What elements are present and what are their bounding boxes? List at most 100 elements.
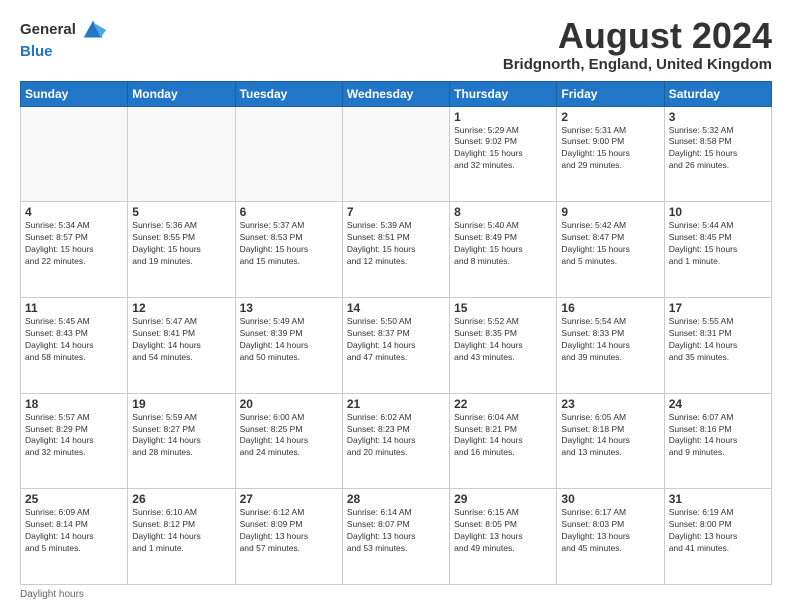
day-info: Sunrise: 6:05 AM Sunset: 8:18 PM Dayligh… <box>561 412 659 460</box>
calendar-day-cell: 30Sunrise: 6:17 AM Sunset: 8:03 PM Dayli… <box>557 489 664 585</box>
logo-text: General <box>20 22 76 39</box>
day-number: 2 <box>561 110 659 124</box>
day-info: Sunrise: 5:55 AM Sunset: 8:31 PM Dayligh… <box>669 316 767 364</box>
calendar-day-cell: 3Sunrise: 5:32 AM Sunset: 8:58 PM Daylig… <box>664 106 771 202</box>
calendar-day-cell: 29Sunrise: 6:15 AM Sunset: 8:05 PM Dayli… <box>450 489 557 585</box>
location-title: Bridgnorth, England, United Kingdom <box>503 56 772 73</box>
month-title: August 2024 <box>503 16 772 56</box>
day-info: Sunrise: 5:37 AM Sunset: 8:53 PM Dayligh… <box>240 220 338 268</box>
day-number: 31 <box>669 492 767 506</box>
day-number: 25 <box>25 492 123 506</box>
calendar-day-cell: 8Sunrise: 5:40 AM Sunset: 8:49 PM Daylig… <box>450 202 557 298</box>
calendar-day-cell: 22Sunrise: 6:04 AM Sunset: 8:21 PM Dayli… <box>450 393 557 489</box>
day-info: Sunrise: 5:52 AM Sunset: 8:35 PM Dayligh… <box>454 316 552 364</box>
day-number: 26 <box>132 492 230 506</box>
day-info: Sunrise: 5:54 AM Sunset: 8:33 PM Dayligh… <box>561 316 659 364</box>
day-info: Sunrise: 6:09 AM Sunset: 8:14 PM Dayligh… <box>25 507 123 555</box>
calendar-week-row: 1Sunrise: 5:29 AM Sunset: 9:02 PM Daylig… <box>21 106 772 202</box>
day-number: 17 <box>669 301 767 315</box>
calendar-week-row: 25Sunrise: 6:09 AM Sunset: 8:14 PM Dayli… <box>21 489 772 585</box>
calendar-day-cell: 20Sunrise: 6:00 AM Sunset: 8:25 PM Dayli… <box>235 393 342 489</box>
day-number: 3 <box>669 110 767 124</box>
day-info: Sunrise: 5:50 AM Sunset: 8:37 PM Dayligh… <box>347 316 445 364</box>
day-info: Sunrise: 5:29 AM Sunset: 9:02 PM Dayligh… <box>454 125 552 173</box>
day-info: Sunrise: 5:36 AM Sunset: 8:55 PM Dayligh… <box>132 220 230 268</box>
calendar-day-cell: 19Sunrise: 5:59 AM Sunset: 8:27 PM Dayli… <box>128 393 235 489</box>
calendar-day-cell: 9Sunrise: 5:42 AM Sunset: 8:47 PM Daylig… <box>557 202 664 298</box>
day-info: Sunrise: 6:12 AM Sunset: 8:09 PM Dayligh… <box>240 507 338 555</box>
calendar-day-header: Wednesday <box>342 81 449 106</box>
day-info: Sunrise: 6:04 AM Sunset: 8:21 PM Dayligh… <box>454 412 552 460</box>
day-number: 15 <box>454 301 552 315</box>
day-number: 13 <box>240 301 338 315</box>
calendar-week-row: 18Sunrise: 5:57 AM Sunset: 8:29 PM Dayli… <box>21 393 772 489</box>
day-info: Sunrise: 5:44 AM Sunset: 8:45 PM Dayligh… <box>669 220 767 268</box>
day-number: 20 <box>240 397 338 411</box>
day-number: 12 <box>132 301 230 315</box>
calendar-day-cell: 6Sunrise: 5:37 AM Sunset: 8:53 PM Daylig… <box>235 202 342 298</box>
calendar-day-cell: 11Sunrise: 5:45 AM Sunset: 8:43 PM Dayli… <box>21 297 128 393</box>
day-number: 8 <box>454 205 552 219</box>
day-number: 29 <box>454 492 552 506</box>
day-number: 16 <box>561 301 659 315</box>
calendar-day-header: Saturday <box>664 81 771 106</box>
day-number: 27 <box>240 492 338 506</box>
calendar-day-cell: 24Sunrise: 6:07 AM Sunset: 8:16 PM Dayli… <box>664 393 771 489</box>
day-number: 14 <box>347 301 445 315</box>
calendar-day-cell <box>21 106 128 202</box>
day-info: Sunrise: 6:15 AM Sunset: 8:05 PM Dayligh… <box>454 507 552 555</box>
day-number: 22 <box>454 397 552 411</box>
page: General Blue August 2024 Bridgnorth, Eng… <box>0 0 792 612</box>
day-number: 23 <box>561 397 659 411</box>
calendar-day-header: Thursday <box>450 81 557 106</box>
logo-blue: Blue <box>20 44 108 59</box>
calendar-day-cell: 13Sunrise: 5:49 AM Sunset: 8:39 PM Dayli… <box>235 297 342 393</box>
calendar-day-cell <box>128 106 235 202</box>
calendar-day-cell: 27Sunrise: 6:12 AM Sunset: 8:09 PM Dayli… <box>235 489 342 585</box>
day-number: 19 <box>132 397 230 411</box>
day-number: 10 <box>669 205 767 219</box>
calendar-day-cell: 16Sunrise: 5:54 AM Sunset: 8:33 PM Dayli… <box>557 297 664 393</box>
calendar-day-cell: 23Sunrise: 6:05 AM Sunset: 8:18 PM Dayli… <box>557 393 664 489</box>
day-number: 18 <box>25 397 123 411</box>
calendar-day-cell: 14Sunrise: 5:50 AM Sunset: 8:37 PM Dayli… <box>342 297 449 393</box>
calendar-header-row: SundayMondayTuesdayWednesdayThursdayFrid… <box>21 81 772 106</box>
day-number: 4 <box>25 205 123 219</box>
day-info: Sunrise: 5:31 AM Sunset: 9:00 PM Dayligh… <box>561 125 659 173</box>
day-number: 24 <box>669 397 767 411</box>
calendar-day-cell: 31Sunrise: 6:19 AM Sunset: 8:00 PM Dayli… <box>664 489 771 585</box>
day-number: 11 <box>25 301 123 315</box>
logo-icon <box>80 16 108 44</box>
calendar-day-cell: 15Sunrise: 5:52 AM Sunset: 8:35 PM Dayli… <box>450 297 557 393</box>
day-info: Sunrise: 5:49 AM Sunset: 8:39 PM Dayligh… <box>240 316 338 364</box>
day-info: Sunrise: 6:07 AM Sunset: 8:16 PM Dayligh… <box>669 412 767 460</box>
day-info: Sunrise: 6:19 AM Sunset: 8:00 PM Dayligh… <box>669 507 767 555</box>
day-number: 7 <box>347 205 445 219</box>
calendar-day-cell: 18Sunrise: 5:57 AM Sunset: 8:29 PM Dayli… <box>21 393 128 489</box>
day-number: 30 <box>561 492 659 506</box>
day-info: Sunrise: 6:02 AM Sunset: 8:23 PM Dayligh… <box>347 412 445 460</box>
day-number: 1 <box>454 110 552 124</box>
calendar-day-cell: 21Sunrise: 6:02 AM Sunset: 8:23 PM Dayli… <box>342 393 449 489</box>
day-info: Sunrise: 5:45 AM Sunset: 8:43 PM Dayligh… <box>25 316 123 364</box>
calendar-day-cell: 12Sunrise: 5:47 AM Sunset: 8:41 PM Dayli… <box>128 297 235 393</box>
calendar-day-cell: 25Sunrise: 6:09 AM Sunset: 8:14 PM Dayli… <box>21 489 128 585</box>
calendar-day-header: Monday <box>128 81 235 106</box>
day-info: Sunrise: 5:32 AM Sunset: 8:58 PM Dayligh… <box>669 125 767 173</box>
day-number: 21 <box>347 397 445 411</box>
calendar-day-cell <box>342 106 449 202</box>
footer-note: Daylight hours <box>20 589 772 600</box>
day-info: Sunrise: 5:42 AM Sunset: 8:47 PM Dayligh… <box>561 220 659 268</box>
day-number: 9 <box>561 205 659 219</box>
day-info: Sunrise: 5:59 AM Sunset: 8:27 PM Dayligh… <box>132 412 230 460</box>
calendar-day-cell: 7Sunrise: 5:39 AM Sunset: 8:51 PM Daylig… <box>342 202 449 298</box>
calendar-day-cell: 10Sunrise: 5:44 AM Sunset: 8:45 PM Dayli… <box>664 202 771 298</box>
day-info: Sunrise: 5:47 AM Sunset: 8:41 PM Dayligh… <box>132 316 230 364</box>
day-info: Sunrise: 6:10 AM Sunset: 8:12 PM Dayligh… <box>132 507 230 555</box>
header: General Blue August 2024 Bridgnorth, Eng… <box>20 16 772 73</box>
calendar-day-cell: 1Sunrise: 5:29 AM Sunset: 9:02 PM Daylig… <box>450 106 557 202</box>
day-info: Sunrise: 6:00 AM Sunset: 8:25 PM Dayligh… <box>240 412 338 460</box>
logo: General Blue <box>20 16 108 59</box>
day-number: 6 <box>240 205 338 219</box>
day-number: 28 <box>347 492 445 506</box>
